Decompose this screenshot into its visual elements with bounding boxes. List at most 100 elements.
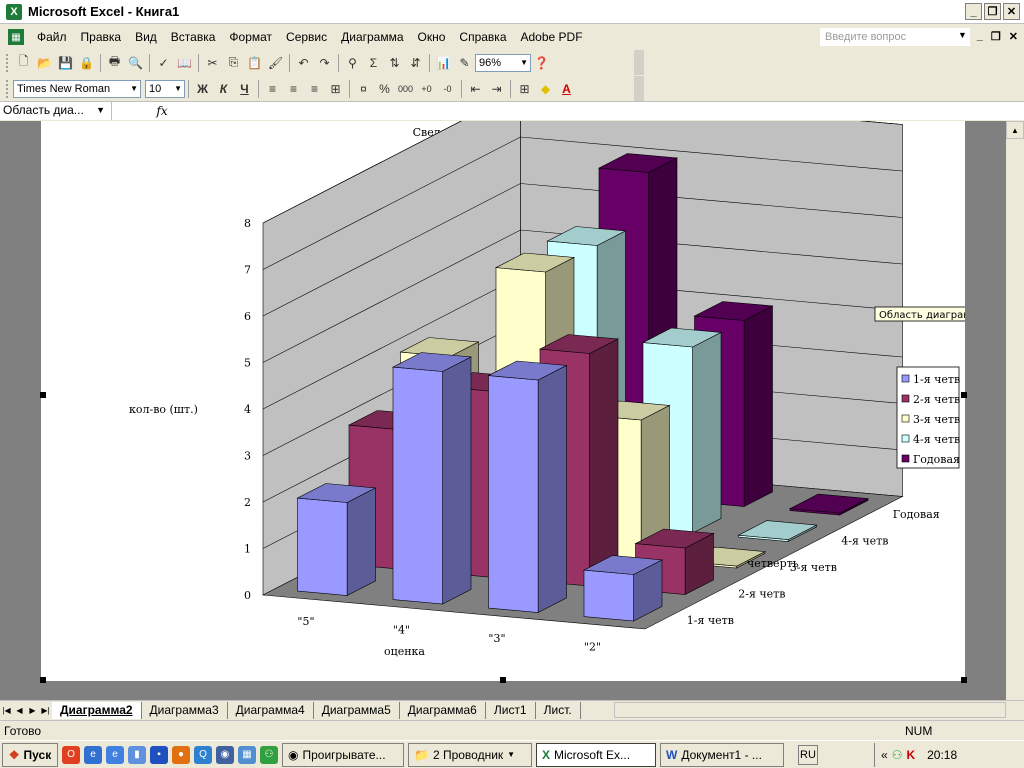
sheet-tab-diagram2[interactable]: Диаграмма2: [52, 701, 142, 719]
doc-close-button[interactable]: ✕: [1009, 30, 1018, 43]
sheet-tab-diagram4[interactable]: Диаграмма4: [228, 701, 314, 719]
font-size-select[interactable]: 10 ▼: [145, 79, 185, 98]
menu-adobe-pdf[interactable]: Adobe PDF: [514, 28, 590, 46]
toolbar-options-button[interactable]: [634, 50, 644, 75]
insert-function-icon[interactable]: fx: [142, 104, 182, 118]
toolbar-grip[interactable]: [6, 79, 9, 98]
selection-handle[interactable]: [961, 392, 967, 398]
merge-center-icon[interactable]: ⊞: [325, 78, 346, 99]
decrease-decimal-icon[interactable]: -0: [437, 78, 458, 99]
search-icon[interactable]: Q: [194, 745, 212, 764]
help-icon[interactable]: ❓: [531, 52, 552, 73]
sheet-tab-diagram5[interactable]: Диаграмма5: [314, 701, 400, 719]
format-painter-icon[interactable]: 🖌: [265, 52, 286, 73]
menu-chart[interactable]: Диаграмма: [334, 28, 410, 46]
first-sheet-icon[interactable]: |◀: [0, 706, 13, 715]
autosum-icon[interactable]: Σ: [363, 52, 384, 73]
sheet-tab-diagram3[interactable]: Диаграмма3: [142, 701, 228, 719]
calculator-icon[interactable]: ▦: [238, 745, 256, 764]
spelling-icon[interactable]: ✓: [153, 52, 174, 73]
align-left-icon[interactable]: ≡: [262, 78, 283, 99]
document-icon[interactable]: ▦: [8, 29, 24, 45]
help-question-input[interactable]: Введите вопрос: [820, 28, 970, 46]
cut-icon[interactable]: ✂: [202, 52, 223, 73]
horizontal-scrollbar[interactable]: [614, 702, 1006, 718]
chart-legend[interactable]: 1-я четв 2-я четв 3-я четв 4-я четв Годовая: [896, 366, 960, 469]
sheet-tab-diagram6[interactable]: Диаграмма6: [400, 701, 486, 719]
menu-format[interactable]: Формат: [222, 28, 279, 46]
fill-color-icon[interactable]: ◆: [535, 78, 556, 99]
doc-minimize-button[interactable]: _: [977, 30, 983, 43]
sort-descending-icon[interactable]: ⇵: [405, 52, 426, 73]
network-tray-icon[interactable]: ⚇: [892, 748, 903, 762]
language-indicator[interactable]: RU: [798, 744, 818, 765]
print-icon[interactable]: 🖶: [104, 52, 125, 73]
menu-insert[interactable]: Вставка: [164, 28, 223, 46]
font-name-select[interactable]: Times New Roman ▼: [13, 79, 141, 98]
chevron-down-icon[interactable]: ▼: [958, 30, 967, 40]
toolbar-grip[interactable]: [6, 53, 9, 72]
thousands-separator-icon[interactable]: 000: [395, 78, 416, 99]
selection-handle[interactable]: [961, 677, 967, 683]
start-button[interactable]: ❖ Пуск: [2, 742, 58, 767]
borders-icon[interactable]: ⊞: [514, 78, 535, 99]
font-color-icon[interactable]: A: [556, 78, 577, 99]
chart-wizard-icon[interactable]: 📊: [433, 52, 454, 73]
name-box[interactable]: Область диа... ▼: [0, 102, 112, 120]
menu-tools[interactable]: Сервис: [279, 28, 334, 46]
permission-icon[interactable]: 🔒: [76, 52, 97, 73]
italic-button[interactable]: К: [213, 78, 234, 99]
taskbar-button-excel[interactable]: X Microsoft Ex...: [536, 742, 656, 767]
chart-area[interactable]: Сведения об успеваемости 012345678 "5""4…: [41, 90, 986, 681]
vertical-scrollbar[interactable]: ▲: [1006, 121, 1024, 700]
hyperlink-icon[interactable]: ⚲: [342, 52, 363, 73]
bold-button[interactable]: Ж: [192, 78, 213, 99]
drawing-icon[interactable]: ✎: [454, 52, 475, 73]
underline-button[interactable]: Ч: [234, 78, 255, 99]
menu-help[interactable]: Справка: [452, 28, 513, 46]
redo-icon[interactable]: ↷: [314, 52, 335, 73]
next-sheet-icon[interactable]: ▶: [26, 706, 39, 715]
open-folder-icon[interactable]: 📂: [34, 52, 55, 73]
menu-window[interactable]: Окно: [411, 28, 453, 46]
taskbar-button-explorer[interactable]: 📁 2 Проводник ▼: [408, 742, 532, 767]
internet-explorer-icon[interactable]: e: [84, 745, 102, 764]
align-right-icon[interactable]: ≡: [304, 78, 325, 99]
taskbar-button-player[interactable]: ◉ Проигрывате...: [282, 742, 404, 767]
tray-expand-icon[interactable]: «: [881, 748, 888, 762]
antivirus-icon[interactable]: K: [906, 748, 915, 762]
minimize-button[interactable]: _: [965, 3, 982, 20]
align-center-icon[interactable]: ≡: [283, 78, 304, 99]
percent-icon[interactable]: %: [374, 78, 395, 99]
research-icon[interactable]: 📖: [174, 52, 195, 73]
close-button[interactable]: ✕: [1003, 3, 1020, 20]
print-preview-icon[interactable]: 🔍: [125, 52, 146, 73]
paste-icon[interactable]: 📋: [244, 52, 265, 73]
restore-button[interactable]: ❐: [984, 3, 1001, 20]
chevron-down-icon[interactable]: ▼: [96, 102, 105, 119]
scroll-up-icon[interactable]: ▲: [1006, 121, 1024, 139]
taskbar-button-word[interactable]: W Документ1 - ...: [660, 742, 784, 767]
media-player-icon[interactable]: ◉: [216, 745, 234, 764]
decrease-indent-icon[interactable]: ⇤: [465, 78, 486, 99]
prev-sheet-icon[interactable]: ◀: [13, 706, 26, 715]
menu-view[interactable]: Вид: [128, 28, 164, 46]
currency-icon[interactable]: ¤: [353, 78, 374, 99]
sheet-tab-list2[interactable]: Лист.: [536, 701, 581, 719]
copy-icon[interactable]: ⎘: [223, 52, 244, 73]
undo-icon[interactable]: ↶: [293, 52, 314, 73]
selection-handle[interactable]: [40, 392, 46, 398]
zoom-select[interactable]: 96% ▼: [475, 53, 531, 72]
program-icon[interactable]: ●: [172, 745, 190, 764]
menu-edit[interactable]: Правка: [74, 28, 129, 46]
selection-handle[interactable]: [500, 677, 506, 683]
selection-handle[interactable]: [40, 677, 46, 683]
browser-icon[interactable]: e: [106, 745, 124, 764]
sheet-tab-list1[interactable]: Лист1: [486, 701, 536, 719]
doc-restore-button[interactable]: ❐: [991, 30, 1001, 43]
sort-ascending-icon[interactable]: ⇅: [384, 52, 405, 73]
increase-indent-icon[interactable]: ⇥: [486, 78, 507, 99]
media-icon[interactable]: ▮: [128, 745, 146, 764]
network-icon[interactable]: ⚇: [260, 745, 278, 764]
opera-icon[interactable]: O: [62, 745, 80, 764]
